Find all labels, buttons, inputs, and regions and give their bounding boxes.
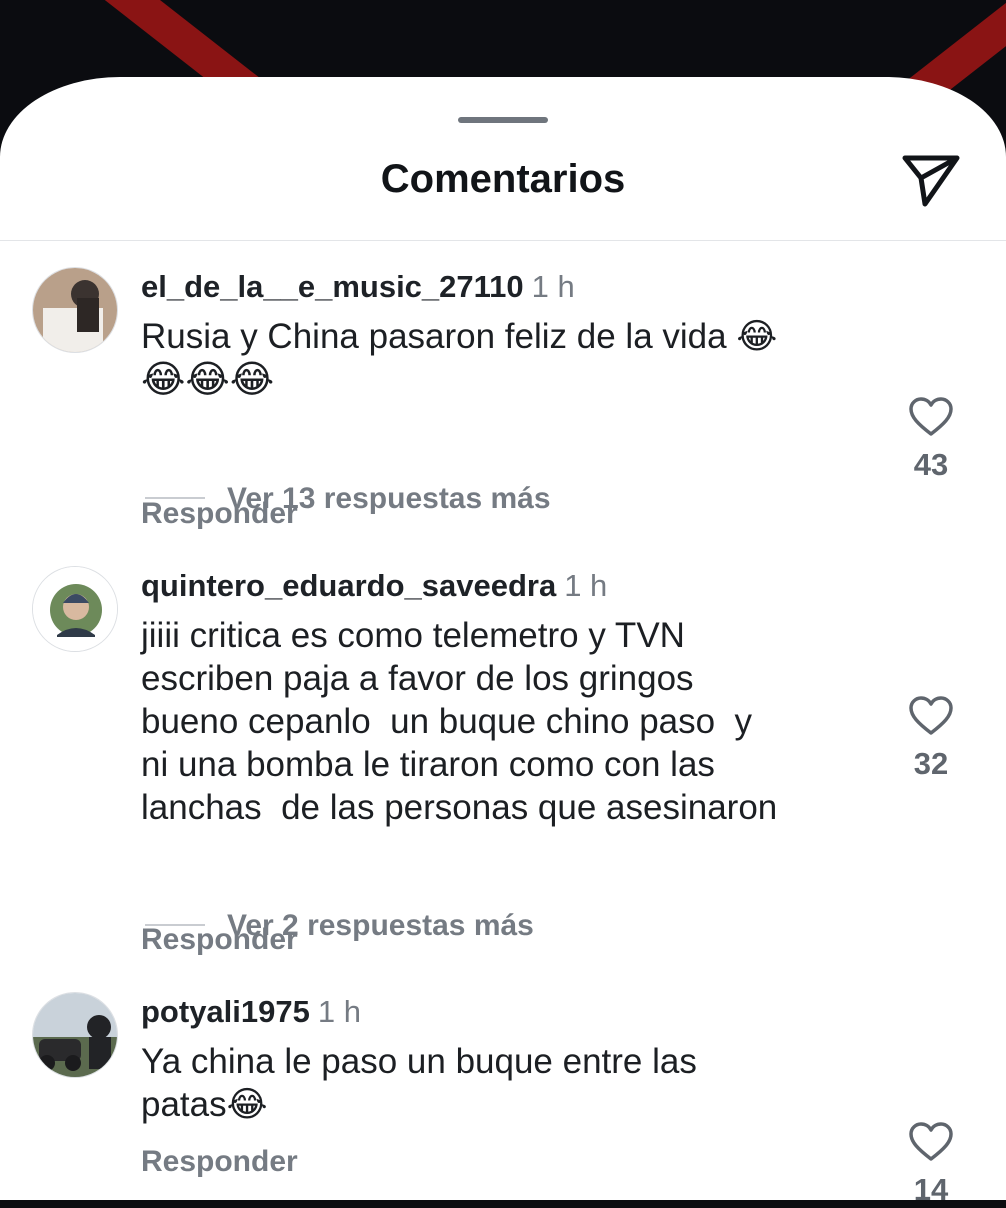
comment-time: 1 h <box>531 269 575 304</box>
like-count: 43 <box>913 447 949 482</box>
comment-meta: el_de_la__e_music_27110 1 h <box>141 269 575 305</box>
comment-text: Rusia y China pasaron feliz de la vida 😂… <box>141 315 861 401</box>
replies-divider-line <box>145 497 205 500</box>
comment-text-line: bueno cepanlo un buque chino paso y <box>141 702 753 741</box>
comment-text-line: 😂😂😂 <box>141 357 275 401</box>
comment-text: Ya china le paso un buque entre las pata… <box>141 1040 861 1126</box>
like-button[interactable]: 32 <box>896 696 966 782</box>
paper-plane-icon <box>902 155 960 207</box>
like-count: 14 <box>913 1172 949 1207</box>
comments-sheet: Comentarios el_de_la__e_music_27110 1 h R… <box>0 77 1006 1207</box>
view-more-replies-label: Ver 2 respuestas más <box>227 909 534 942</box>
comment-username[interactable]: potyali1975 <box>141 994 310 1029</box>
comment-text-line: Rusia y China pasaron feliz de la vida 😂 <box>141 317 778 356</box>
comment-text-line: jiiii critica es como telemetro y TVN <box>141 616 685 655</box>
comment-text-line: patas😂 <box>141 1085 268 1124</box>
comment-meta: potyali1975 1 h <box>141 994 361 1030</box>
comment-time: 1 h <box>564 568 608 603</box>
comment-username[interactable]: el_de_la__e_music_27110 <box>141 269 524 304</box>
comment-text: jiiii critica es como telemetro y TVN es… <box>141 614 881 829</box>
like-count: 32 <box>913 746 949 781</box>
header-divider <box>0 240 1006 241</box>
like-button[interactable]: 14 <box>896 1122 966 1208</box>
avatar[interactable] <box>32 267 118 353</box>
heart-icon <box>909 397 953 436</box>
view-more-replies[interactable]: Ver 2 respuestas más <box>145 909 534 943</box>
comment-username[interactable]: quintero_eduardo_saveedra <box>141 568 556 603</box>
sheet-title: Comentarios <box>380 157 626 201</box>
comment-text-line: escriben paja a favor de los gringos <box>141 659 694 698</box>
reply-button[interactable]: Responder <box>141 1145 298 1179</box>
sheet-drag-handle[interactable] <box>458 117 548 123</box>
comment-text-line: lanchas de las personas que asesinaron <box>141 788 778 827</box>
comment-meta: quintero_eduardo_saveedra 1 h <box>141 568 607 604</box>
heart-icon <box>909 696 953 735</box>
view-more-replies[interactable]: Ver 13 respuestas más <box>145 482 551 516</box>
heart-icon <box>909 1122 953 1161</box>
avatar[interactable] <box>32 992 118 1078</box>
like-button[interactable]: 43 <box>896 397 966 483</box>
view-more-replies-label: Ver 13 respuestas más <box>227 482 551 515</box>
comment-text-line: ni una bomba le tiraron como con las <box>141 745 715 784</box>
share-button[interactable] <box>896 149 966 213</box>
comment-time: 1 h <box>317 994 361 1029</box>
comment-text-line: Ya china le paso un buque entre las <box>141 1042 697 1081</box>
avatar[interactable] <box>32 566 118 652</box>
replies-divider-line <box>145 924 205 927</box>
